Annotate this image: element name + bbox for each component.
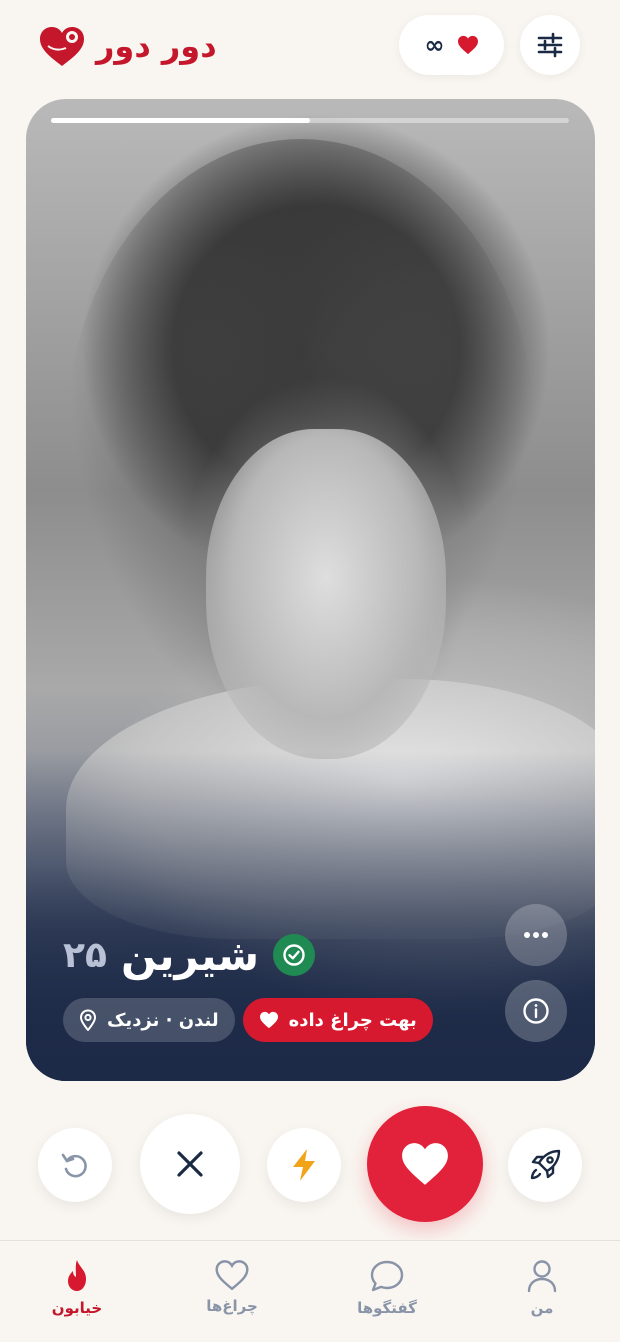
likes-counter-button[interactable]: ∞ [399, 15, 504, 75]
nav-item-chats[interactable]: گفتگوها [337, 1259, 437, 1317]
location-pin-icon [79, 1009, 97, 1031]
liked-you-label: بهت چراغ داده [288, 1009, 417, 1031]
nope-button[interactable] [140, 1114, 240, 1214]
profile-age: ۲۵ [63, 934, 107, 976]
top-bar: ∞ دور دور [0, 0, 620, 96]
heart-pin-logo-icon [40, 27, 84, 66]
profile-photo-face [206, 429, 446, 759]
nav-item-explore[interactable]: خیابون [27, 1259, 127, 1317]
profile-info-button[interactable] [505, 980, 567, 1042]
profile-name-row: شیرین ۲۵ [63, 927, 316, 983]
more-options-button[interactable] [505, 904, 567, 966]
nav-label-explore: خیابون [51, 1299, 103, 1317]
likes-count: ∞ [424, 31, 445, 59]
like-button[interactable] [367, 1106, 483, 1222]
chat-bubble-icon [370, 1260, 404, 1292]
brand-logo: دور دور [36, 20, 217, 72]
undo-button[interactable] [38, 1128, 112, 1202]
profile-name: شیرین [120, 930, 260, 980]
heart-outline-icon [215, 1260, 249, 1291]
bottom-navigation: خیابون چراغ‌ها گفتگوها من [0, 1240, 620, 1342]
close-icon [177, 1151, 203, 1177]
filter-button[interactable] [520, 15, 580, 75]
nav-label-likes: چراغ‌ها [206, 1297, 258, 1315]
verified-badge [273, 934, 316, 976]
profile-card[interactable]: شیرین ۲۵ لندن · نزدیک بهت چراغ داده [26, 99, 595, 1081]
nav-label-chats: گفتگوها [357, 1299, 417, 1317]
location-tag: لندن · نزدیک [63, 998, 235, 1042]
heart-icon [402, 1143, 448, 1185]
liked-you-badge: بهت چراغ داده [242, 998, 433, 1042]
boost-button[interactable] [267, 1128, 341, 1202]
flame-icon [68, 1260, 86, 1291]
nav-label-me: من [530, 1299, 554, 1317]
more-dots-icon [524, 932, 548, 938]
photo-progress-fill [51, 118, 310, 123]
sliders-icon [537, 32, 563, 58]
user-icon [527, 1260, 557, 1293]
check-icon [283, 944, 305, 966]
profile-tags: لندن · نزدیک بهت چراغ داده [63, 998, 433, 1042]
nav-item-me[interactable]: من [492, 1259, 592, 1317]
super-like-button[interactable] [508, 1128, 582, 1202]
undo-icon [61, 1153, 87, 1178]
location-label: لندن · نزدیک [107, 1009, 219, 1031]
brand-name: دور دور [96, 27, 217, 65]
lightning-icon [293, 1149, 315, 1181]
rocket-icon [530, 1149, 561, 1180]
heart-icon [259, 1011, 278, 1029]
photo-progress-track [51, 118, 569, 123]
heart-icon [457, 35, 478, 55]
nav-item-likes[interactable]: چراغ‌ها [182, 1259, 282, 1315]
info-icon [523, 998, 549, 1024]
